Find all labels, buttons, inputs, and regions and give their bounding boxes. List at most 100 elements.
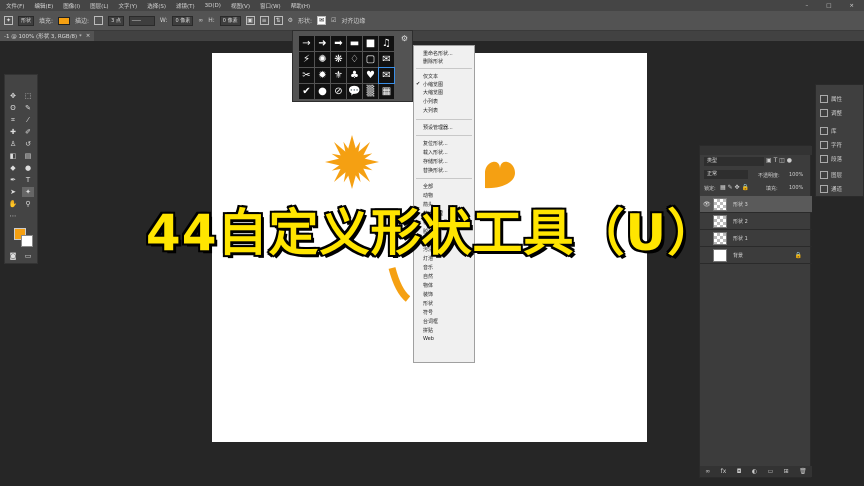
fill-swatch[interactable] xyxy=(58,16,71,25)
menu-file[interactable]: 文件(F) xyxy=(6,2,24,10)
fx-icon[interactable]: fx xyxy=(721,468,727,475)
align-edges-checkbox[interactable]: ☑ xyxy=(331,17,336,24)
blend-mode-select[interactable]: 正常 xyxy=(704,170,748,179)
blur-tool-icon[interactable]: ◆ xyxy=(7,163,19,173)
shape-sun-icon[interactable]: ✹ xyxy=(315,68,330,83)
menu-edit[interactable]: 编辑(E) xyxy=(34,2,53,10)
move-tool-icon[interactable]: ✥ xyxy=(7,91,19,101)
lasso-tool-icon[interactable]: ʘ xyxy=(7,103,19,113)
gradient-tool-icon[interactable]: ▤ xyxy=(22,151,34,161)
path-select-tool-icon[interactable]: ➤ xyxy=(7,187,19,197)
stroke-type-select[interactable]: ─── xyxy=(128,15,155,26)
fill-value[interactable]: 100% xyxy=(789,185,803,191)
menu-set-symbols[interactable]: 符号 xyxy=(423,309,433,316)
eyedropper-tool-icon[interactable]: ⁄ xyxy=(22,115,34,125)
layers-panel-button[interactable]: 图层 xyxy=(820,171,842,179)
shape-flower-icon[interactable]: ❋ xyxy=(331,52,346,67)
picker-gear-icon[interactable]: ⚙ xyxy=(401,34,408,43)
menu-set-talk-bubbles[interactable]: 台词框 xyxy=(423,318,438,325)
shape-square-icon[interactable]: ■ xyxy=(363,36,378,51)
menu-replace-shapes[interactable]: 替换形状... xyxy=(423,167,448,174)
menu-reset-shapes[interactable]: 复位形状... xyxy=(423,140,448,147)
settings-gear-icon[interactable]: ⚙ xyxy=(288,17,293,24)
layer-kind-filter[interactable]: 类型 xyxy=(704,157,764,166)
lock-icons[interactable]: ▦ ✎ ✥ 🔒 xyxy=(720,184,749,191)
shape-texture-icon[interactable]: ▒ xyxy=(363,84,378,99)
dodge-tool-icon[interactable]: ● xyxy=(22,163,34,173)
shape-lightning-icon[interactable]: ⚡ xyxy=(299,52,314,67)
close-icon[interactable]: × xyxy=(849,3,854,9)
height-field[interactable]: 0 像素 xyxy=(219,15,241,26)
maximize-icon[interactable]: □ xyxy=(826,3,831,9)
menu-type[interactable]: 文字(Y) xyxy=(119,2,138,10)
shape-heart-icon[interactable]: ♥ xyxy=(363,68,378,83)
eraser-tool-icon[interactable]: ◧ xyxy=(7,151,19,161)
menu-delete-shape[interactable]: 删除形状 xyxy=(423,58,443,65)
quick-select-tool-icon[interactable]: ✎ xyxy=(22,103,34,113)
menu-help[interactable]: 帮助(H) xyxy=(291,2,310,10)
libraries-panel-button[interactable]: 库 xyxy=(820,127,837,135)
link-layers-icon[interactable]: ∞ xyxy=(705,468,710,475)
group-icon[interactable]: ▭ xyxy=(768,468,774,475)
custom-shape-tool-icon[interactable]: ✦ xyxy=(4,16,13,25)
healing-tool-icon[interactable]: ✚ xyxy=(7,127,19,137)
menu-set-animals[interactable]: 动物 xyxy=(423,192,433,199)
menu-window[interactable]: 窗口(W) xyxy=(260,2,281,10)
menu-set-all[interactable]: 全部 xyxy=(423,183,433,190)
brush-tool-icon[interactable]: ✐ xyxy=(22,127,34,137)
shape-paw-icon[interactable]: ♣ xyxy=(347,68,362,83)
shape-scissors-icon[interactable]: ✂ xyxy=(299,68,314,83)
menu-set-shapes[interactable]: 形状 xyxy=(423,300,433,307)
menu-load-shapes[interactable]: 载入形状... xyxy=(423,149,448,156)
marquee-tool-icon[interactable]: ⬚ xyxy=(22,91,34,101)
new-layer-icon[interactable]: ⊞ xyxy=(784,468,789,475)
document-tab-close-icon[interactable]: × xyxy=(86,33,91,39)
path-arrange-icon[interactable]: ⇅ xyxy=(273,16,283,25)
properties-panel-button[interactable]: 属性 xyxy=(820,95,842,103)
shape-arrow-3-icon[interactable]: ➡ xyxy=(331,36,346,51)
menu-set-objects[interactable]: 物体 xyxy=(423,282,433,289)
opacity-value[interactable]: 100% xyxy=(789,172,803,178)
menu-set-music[interactable]: 音乐 xyxy=(423,264,433,271)
shape-frame-icon[interactable]: ▢ xyxy=(363,52,378,67)
shape-music-note-icon[interactable]: ♫ xyxy=(379,36,394,51)
menu-filter[interactable]: 滤镜(T) xyxy=(176,2,195,10)
shape-speech-bubble-icon[interactable]: 💬 xyxy=(347,84,362,99)
shape-envelope-icon[interactable]: ✉ xyxy=(379,52,394,67)
width-field[interactable]: 0 像素 xyxy=(172,15,194,26)
menu-set-ornaments[interactable]: 装饰 xyxy=(423,291,433,298)
crop-tool-icon[interactable]: ⌗ xyxy=(7,115,19,125)
menu-large-list[interactable]: 大列表 xyxy=(423,107,438,114)
menu-small-list[interactable]: 小列表 xyxy=(423,98,438,105)
stamp-tool-icon[interactable]: ♙ xyxy=(7,139,19,149)
type-tool-icon[interactable]: T xyxy=(22,175,34,185)
menu-set-tiles[interactable]: 拼贴 xyxy=(423,327,433,334)
filter-icons[interactable]: ▣ T ◫ ● xyxy=(766,157,792,164)
menu-set-nature[interactable]: 自然 xyxy=(423,273,433,280)
trash-icon[interactable]: 🗑 xyxy=(799,468,807,475)
menu-large-thumbnail[interactable]: 大缩览图 xyxy=(423,89,443,96)
stroke-width-field[interactable]: 3 点 xyxy=(108,15,124,26)
shape-bulb-icon[interactable]: ♢ xyxy=(347,52,362,67)
menu-save-shapes[interactable]: 存储形状... xyxy=(423,158,448,165)
shape-envelope-selected-icon[interactable]: ✉ xyxy=(378,67,395,84)
history-brush-icon[interactable]: ↺ xyxy=(22,139,34,149)
menu-image[interactable]: 图像(I) xyxy=(63,2,80,10)
menu-preset-manager[interactable]: 预设管理器... xyxy=(423,124,453,131)
custom-shape-tool-icon[interactable]: ✦ xyxy=(22,187,34,197)
shape-preview-envelope-icon[interactable]: ✉ xyxy=(317,16,326,25)
shape-checkmark-icon[interactable]: ✔ xyxy=(299,84,314,99)
mode-select[interactable]: 形状 xyxy=(18,15,35,26)
path-ops-icon[interactable]: ▣ xyxy=(245,16,255,25)
shape-no-sign-icon[interactable]: ⊘ xyxy=(331,84,346,99)
channels-panel-button[interactable]: 通道 xyxy=(820,185,842,193)
shape-target-icon[interactable]: ● xyxy=(315,84,330,99)
menu-set-web[interactable]: Web xyxy=(423,336,434,342)
shape-grid-icon[interactable]: ▦ xyxy=(379,84,394,99)
shape-fleur-icon[interactable]: ⚜ xyxy=(331,68,346,83)
shape-banner-icon[interactable]: ▬ xyxy=(347,36,362,51)
adjustment-layer-icon[interactable]: ◐ xyxy=(752,468,757,475)
menu-text-only[interactable]: 仅文本 xyxy=(423,73,438,80)
paragraph-panel-button[interactable]: 段落 xyxy=(820,155,842,163)
shape-arrow-2-icon[interactable]: ➜ xyxy=(315,36,330,51)
